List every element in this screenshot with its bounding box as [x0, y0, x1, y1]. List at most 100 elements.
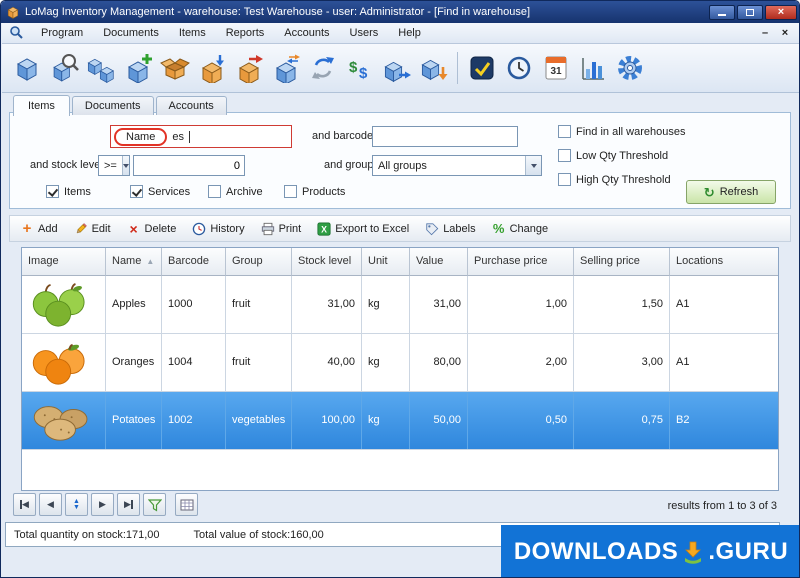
checkbox-label: Services: [148, 186, 190, 198]
next-page-button[interactable]: ▶: [91, 493, 114, 516]
stock-levels-icon[interactable]: [82, 48, 119, 88]
tab-accounts[interactable]: Accounts: [156, 96, 227, 115]
table-row-potatoes-selected[interactable]: Potatoes 1002 vegetables 100,00 kg 50,00…: [22, 392, 778, 450]
text-caret: [189, 131, 190, 143]
menu-accounts[interactable]: Accounts: [275, 25, 338, 41]
column-header-locations[interactable]: Locations: [670, 248, 778, 276]
previous-page-button[interactable]: ◀: [39, 493, 62, 516]
maximize-button[interactable]: [737, 5, 763, 20]
column-header-purchase-price[interactable]: Purchase price: [468, 248, 574, 276]
column-header-image[interactable]: Image: [22, 248, 106, 276]
mdi-minimize-icon[interactable]: –: [756, 27, 774, 39]
goods-received-icon[interactable]: [193, 48, 230, 88]
excel-icon: X: [317, 222, 331, 236]
column-header-stock-level[interactable]: Stock level: [292, 248, 362, 276]
checkbox-low-qty-threshold[interactable]: Low Qty Threshold: [558, 149, 668, 162]
table-row-oranges[interactable]: Oranges 1004 fruit 40,00 kg 80,00 2,00 3…: [22, 334, 778, 392]
total-value-text: Total value of stock:160,00: [194, 529, 324, 541]
dropdown-arrow-icon: [122, 156, 129, 175]
refresh-button[interactable]: ↻ Refresh: [686, 180, 776, 204]
title-bar[interactable]: LoMag Inventory Management - warehouse: …: [1, 1, 800, 23]
checkbox-label: Archive: [226, 186, 263, 198]
reports-icon[interactable]: [574, 48, 611, 88]
close-button[interactable]: ×: [765, 5, 797, 20]
first-page-button[interactable]: ◀: [13, 493, 36, 516]
dropdown-arrow-icon: [525, 156, 541, 175]
open-document-icon[interactable]: [156, 48, 193, 88]
checkbox-items[interactable]: Items: [46, 185, 91, 198]
checkbox-products[interactable]: Products: [284, 185, 345, 198]
goods-issued-icon[interactable]: [230, 48, 267, 88]
apples-image: [22, 276, 106, 333]
column-header-selling-price[interactable]: Selling price: [574, 248, 670, 276]
items-icon[interactable]: [8, 48, 45, 88]
minimize-button[interactable]: [709, 5, 735, 20]
print-button[interactable]: Print: [261, 222, 302, 236]
barcode-filter-input[interactable]: [372, 126, 518, 147]
sort-updown-button[interactable]: ▲▼: [65, 493, 88, 516]
table-row-apples[interactable]: Apples 1000 fruit 31,00 kg 31,00 1,00 1,…: [22, 276, 778, 334]
last-page-button[interactable]: ▶: [117, 493, 140, 516]
tab-documents[interactable]: Documents: [72, 96, 154, 115]
menu-program[interactable]: Program: [32, 25, 92, 41]
export-excel-button[interactable]: XExport to Excel: [317, 222, 409, 236]
svg-text:$: $: [349, 59, 358, 76]
tasks-icon[interactable]: [463, 48, 500, 88]
add-item-icon[interactable]: [119, 48, 156, 88]
labels-button[interactable]: Labels: [425, 222, 475, 236]
menu-users[interactable]: Users: [341, 25, 388, 41]
mdi-close-icon[interactable]: ×: [776, 27, 794, 39]
internal-transfer-icon[interactable]: [267, 48, 304, 88]
group-select[interactable]: All groups: [372, 155, 542, 176]
action-label: Edit: [92, 223, 111, 235]
column-header-barcode[interactable]: Barcode: [162, 248, 226, 276]
menu-reports[interactable]: Reports: [217, 25, 274, 41]
toolbar-separator: [457, 52, 458, 84]
filter-funnel-button[interactable]: [143, 493, 166, 516]
history-icon[interactable]: [500, 48, 537, 88]
change-button[interactable]: %Change: [492, 222, 549, 236]
column-header-value[interactable]: Value: [410, 248, 468, 276]
history-button[interactable]: History: [192, 222, 244, 236]
downloads-guru-banner[interactable]: DOWNLOADS .GURU: [501, 525, 800, 578]
calendar-icon[interactable]: 31: [537, 48, 574, 88]
settings-icon[interactable]: [611, 48, 648, 88]
tab-items[interactable]: Items: [13, 95, 70, 116]
banner-text-right: .GURU: [708, 538, 788, 566]
menu-items[interactable]: Items: [170, 25, 215, 41]
column-header-name[interactable]: Name▲: [106, 248, 162, 276]
action-label: Print: [279, 223, 302, 235]
checkbox-find-all-warehouses[interactable]: Find in all warehouses: [558, 125, 685, 138]
checkbox-archive[interactable]: Archive: [208, 185, 263, 198]
exchange-icon[interactable]: [304, 48, 341, 88]
delete-button[interactable]: ×Delete: [127, 222, 177, 236]
checkbox-services[interactable]: Services: [130, 185, 190, 198]
menu-documents[interactable]: Documents: [94, 25, 168, 41]
cell-name: Apples: [106, 276, 162, 333]
column-header-group[interactable]: Group: [226, 248, 292, 276]
checkbox-label: Items: [64, 186, 91, 198]
column-header-unit[interactable]: Unit: [362, 248, 410, 276]
refresh-icon: ↻: [704, 186, 715, 199]
sales-icon[interactable]: $$: [341, 48, 378, 88]
checkbox-high-qty-threshold[interactable]: High Qty Threshold: [558, 173, 671, 186]
cell-barcode: 1002: [162, 392, 226, 449]
edit-button[interactable]: Edit: [74, 222, 111, 236]
delivery-icon[interactable]: [415, 48, 452, 88]
stock-value-input[interactable]: [133, 155, 245, 176]
add-button[interactable]: +Add: [20, 222, 58, 236]
menu-search-icon: [8, 25, 24, 41]
shipment-icon[interactable]: [378, 48, 415, 88]
cell-stock: 100,00: [292, 392, 362, 449]
pencil-icon: [74, 222, 88, 236]
cell-group: fruit: [226, 334, 292, 391]
checkbox-checked-box: [46, 185, 59, 198]
find-item-icon[interactable]: [45, 48, 82, 88]
grid-view-button[interactable]: [175, 493, 198, 516]
name-filter-field[interactable]: Name es: [110, 125, 292, 148]
grid-icon: [180, 498, 194, 512]
menu-help[interactable]: Help: [389, 25, 430, 41]
cell-stock: 31,00: [292, 276, 362, 333]
stock-operator-select[interactable]: >=: [98, 155, 130, 176]
total-quantity-text: Total quantity on stock:171,00: [14, 529, 160, 541]
